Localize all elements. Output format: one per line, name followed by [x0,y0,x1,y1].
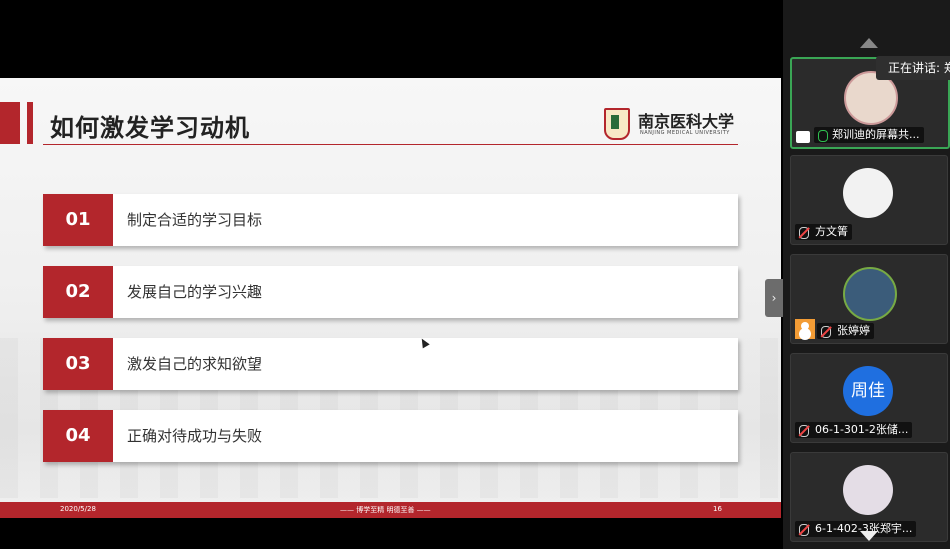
logo-chinese-name: 南京医科大学 [638,112,735,131]
item-number: 04 [43,410,113,462]
expand-panel-button[interactable]: › [765,279,783,317]
cartoon-boy-avatar [843,267,897,321]
microphone-muted-icon [799,524,809,536]
default-person-avatar [843,168,893,218]
list-item: 01 制定合适的学习目标 [43,194,738,246]
footer-page-number: 16 [713,505,722,513]
microphone-muted-icon [821,326,831,338]
participant-name-label: 方文箐 [795,224,852,240]
participant-name-label: 郑训迪的屏幕共... [814,127,924,143]
list-item: 02 发展自己的学习兴趣 [43,266,738,318]
speaking-indicator: 正在讲话: 郑 [876,56,950,80]
item-text: 激发自己的求知欲望 [127,355,263,373]
microphone-muted-icon [799,227,809,239]
title-accent-bar-thin [27,102,33,144]
participant-name: 张婷婷 [837,324,870,337]
slide-footer: 2020/5/28 —— 博学至精 明德至善 —— 16 [0,502,781,518]
participant-tile[interactable]: 张婷婷 [790,254,948,344]
scroll-up-icon[interactable] [860,38,878,48]
university-logo: 南京医科大学 NANJING MEDICAL UNIVERSITY [604,108,734,140]
participant-tile[interactable]: 6-1-402-3张郑宇... [790,452,948,542]
item-text: 正确对待成功与失败 [127,427,263,445]
item-text: 制定合适的学习目标 [127,211,263,229]
participant-name: 06-1-301-2张储... [815,423,909,436]
participant-name-label: 张婷婷 [817,323,874,339]
footer-date: 2020/5/28 [60,505,96,513]
list-item: 03 激发自己的求知欲望 [43,338,738,390]
scroll-down-icon[interactable] [860,531,878,541]
university-seal-icon [604,108,630,140]
footer-motto: —— 博学至精 明德至善 —— [340,506,431,514]
screen-share-icon [796,131,810,143]
participant-name: 郑训迪的屏幕共... [832,128,920,141]
participant-tile[interactable]: 周佳 06-1-301-2张储... [790,353,948,443]
item-number: 01 [43,194,113,246]
item-number: 03 [43,338,113,390]
host-icon [795,319,815,339]
title-accent-bar [0,102,20,144]
text-avatar: 周佳 [843,366,893,416]
participant-name-label: 06-1-301-2张储... [795,422,913,438]
title-underline [43,144,738,145]
participant-name: 方文箐 [815,225,848,238]
anime-girl-avatar [843,465,893,515]
shared-slide: 如何激发学习动机 南京医科大学 NANJING MEDICAL UNIVERSI… [0,78,781,518]
logo-english-name: NANJING MEDICAL UNIVERSITY [640,130,730,136]
slide-title: 如何激发学习动机 [50,114,250,142]
item-text: 发展自己的学习兴趣 [127,283,263,301]
microphone-icon [818,130,828,142]
microphone-muted-icon [799,425,809,437]
participant-tile[interactable]: 方文箐 [790,155,948,245]
item-number: 02 [43,266,113,318]
list-item: 04 正确对待成功与失败 [43,410,738,462]
participant-name-label: 6-1-402-3张郑宇... [795,521,917,537]
